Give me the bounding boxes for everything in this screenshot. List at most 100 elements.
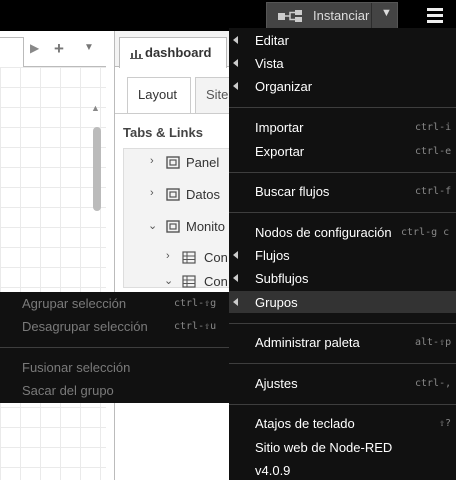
menu-item-shortcut: ctrl-i: [415, 122, 452, 133]
menu-item-shortcut: ⇧?: [439, 418, 452, 429]
menu-item-search-flows[interactable]: Buscar flujos ctrl-f: [229, 180, 456, 202]
menu-item-label: Flujos: [255, 248, 290, 263]
menu-item-label: Editar: [255, 33, 289, 48]
menu-item-shortcut: ctrl-g c: [401, 227, 450, 238]
top-header: Instanciar ▼: [0, 0, 456, 31]
section-title: Tabs & Links: [123, 125, 203, 140]
tab-icon: [166, 156, 180, 169]
menu-item-label: Nodos de configuración: [255, 225, 392, 240]
add-flow-icon[interactable]: +: [54, 39, 64, 59]
deploy-options-caret-icon[interactable]: ▼: [381, 7, 392, 19]
menu-item-shortcut: alt-⇧p: [415, 337, 452, 348]
bar-chart-icon: [130, 50, 143, 59]
group-grid-icon: [182, 275, 196, 288]
menu-item-config-nodes[interactable]: Nodos de configuración ctrl-g c: [229, 221, 456, 243]
hamburger-line: [427, 20, 443, 23]
menu-item-edit[interactable]: Editar: [229, 29, 456, 51]
menu-item-label: Vista: [255, 56, 284, 71]
menu-item-shortcut: ctrl-,: [415, 378, 452, 389]
menu-item-label: Desagrupar selección: [22, 319, 148, 334]
flow-workspace: ▶ + ▼ ▲: [0, 31, 106, 480]
tree-label: Datos: [186, 187, 220, 202]
chevron-down-icon[interactable]: ⌄: [148, 219, 157, 232]
workspace-tab[interactable]: [0, 37, 24, 67]
menu-item-flows[interactable]: Flujos: [229, 244, 456, 266]
menu-item-label: Grupos: [255, 295, 298, 310]
tree-label: Panel: [186, 155, 220, 170]
menu-item-label: Buscar flujos: [255, 184, 330, 199]
menu-item-arrange[interactable]: Organizar: [229, 75, 456, 97]
chevron-right-icon[interactable]: ›: [150, 187, 154, 199]
submenu-arrow-icon: [233, 82, 238, 90]
menu-item-groups[interactable]: Grupos: [229, 291, 456, 313]
group-grid-icon: [182, 251, 196, 264]
deploy-icon: [278, 10, 302, 22]
menu-item-label: Sacar del grupo: [22, 383, 114, 398]
chevron-right-icon[interactable]: ›: [150, 155, 154, 167]
hamburger-menu-button[interactable]: [420, 3, 450, 28]
menu-item-subflows[interactable]: Subflujos: [229, 267, 456, 289]
menu-divider: [229, 107, 456, 108]
deploy-separator: [371, 3, 372, 28]
menu-divider: [229, 172, 456, 173]
groups-submenu: Agrupar selección ctrl-⇧g Desagrupar sel…: [0, 292, 229, 403]
submenu-arrow-icon: [233, 59, 238, 67]
tree-label: Monito: [186, 219, 226, 234]
sidebar-tab-label: dashboard: [145, 45, 212, 60]
menu-item-remove-from-group[interactable]: Sacar del grupo: [0, 379, 229, 401]
menu-item-shortcut: ctrl-f: [415, 186, 452, 197]
menu-item-label: Subflujos: [255, 271, 309, 286]
menu-item-group-selection[interactable]: Agrupar selección ctrl-⇧g: [0, 292, 229, 314]
menu-item-node-red-website[interactable]: Sitio web de Node-RED: [229, 436, 456, 458]
hamburger-line: [427, 14, 443, 17]
submenu-arrow-icon: [233, 251, 238, 259]
workspace-tab-bar: ▶ + ▼: [0, 31, 106, 67]
menu-divider: [229, 404, 456, 405]
menu-item-version[interactable]: v4.0.9: [229, 459, 456, 480]
scroll-right-icon[interactable]: ▶: [30, 41, 39, 55]
menu-item-label: Fusionar selección: [22, 360, 131, 375]
tree-label: Con: [204, 250, 228, 265]
menu-divider: [0, 347, 229, 348]
menu-item-label: Ajustes: [255, 376, 298, 391]
submenu-arrow-icon: [233, 298, 238, 306]
scroll-up-icon[interactable]: ▲: [91, 103, 100, 113]
menu-divider: [229, 323, 456, 324]
hamburger-menu-icon: [427, 8, 443, 11]
menu-item-label: Administrar paleta: [255, 335, 360, 350]
sidebar-tab-dashboard[interactable]: dashboard: [119, 37, 227, 68]
menu-item-label: Agrupar selección: [22, 296, 127, 311]
menu-item-import[interactable]: Importar ctrl-i: [229, 116, 456, 138]
menu-divider: [229, 212, 456, 213]
list-flows-icon[interactable]: ▼: [84, 42, 94, 53]
submenu-arrow-icon: [233, 274, 238, 282]
tab-icon: [166, 188, 180, 201]
menu-item-label: v4.0.9: [255, 463, 291, 478]
menu-item-label: Organizar: [255, 79, 313, 94]
deploy-button[interactable]: Instanciar ▼: [266, 2, 398, 29]
menu-item-view[interactable]: Vista: [229, 52, 456, 74]
tab-icon: [166, 220, 180, 233]
menu-item-settings[interactable]: Ajustes ctrl-,: [229, 372, 456, 394]
menu-item-label: Sitio web de Node-RED: [255, 440, 393, 455]
menu-divider: [229, 363, 456, 364]
deploy-label: Instanciar: [313, 8, 370, 23]
menu-item-merge-selection[interactable]: Fusionar selección: [0, 356, 229, 378]
main-menu: Editar Vista Organizar Importar ctrl-i E…: [229, 28, 456, 480]
tree-label: Con: [204, 274, 228, 289]
menu-item-manage-palette[interactable]: Administrar paleta alt-⇧p: [229, 331, 456, 353]
menu-item-label: Importar: [255, 120, 304, 135]
menu-item-label: Atajos de teclado: [255, 416, 355, 431]
menu-item-shortcut: ctrl-e: [415, 146, 452, 157]
menu-item-export[interactable]: Exportar ctrl-e: [229, 140, 456, 162]
workspace-canvas[interactable]: [0, 67, 106, 480]
chevron-down-icon[interactable]: ⌄: [164, 274, 173, 287]
vertical-scrollbar-thumb[interactable]: [93, 127, 101, 211]
menu-item-shortcut: ctrl-⇧u: [174, 321, 217, 332]
tab-layout[interactable]: Layout: [127, 77, 191, 113]
menu-item-ungroup-selection[interactable]: Desagrupar selección ctrl-⇧u: [0, 315, 229, 337]
menu-item-keyboard-shortcuts[interactable]: Atajos de teclado ⇧?: [229, 412, 456, 434]
menu-item-label: Exportar: [255, 144, 305, 159]
chevron-right-icon[interactable]: ›: [166, 250, 170, 262]
menu-item-shortcut: ctrl-⇧g: [174, 298, 217, 309]
